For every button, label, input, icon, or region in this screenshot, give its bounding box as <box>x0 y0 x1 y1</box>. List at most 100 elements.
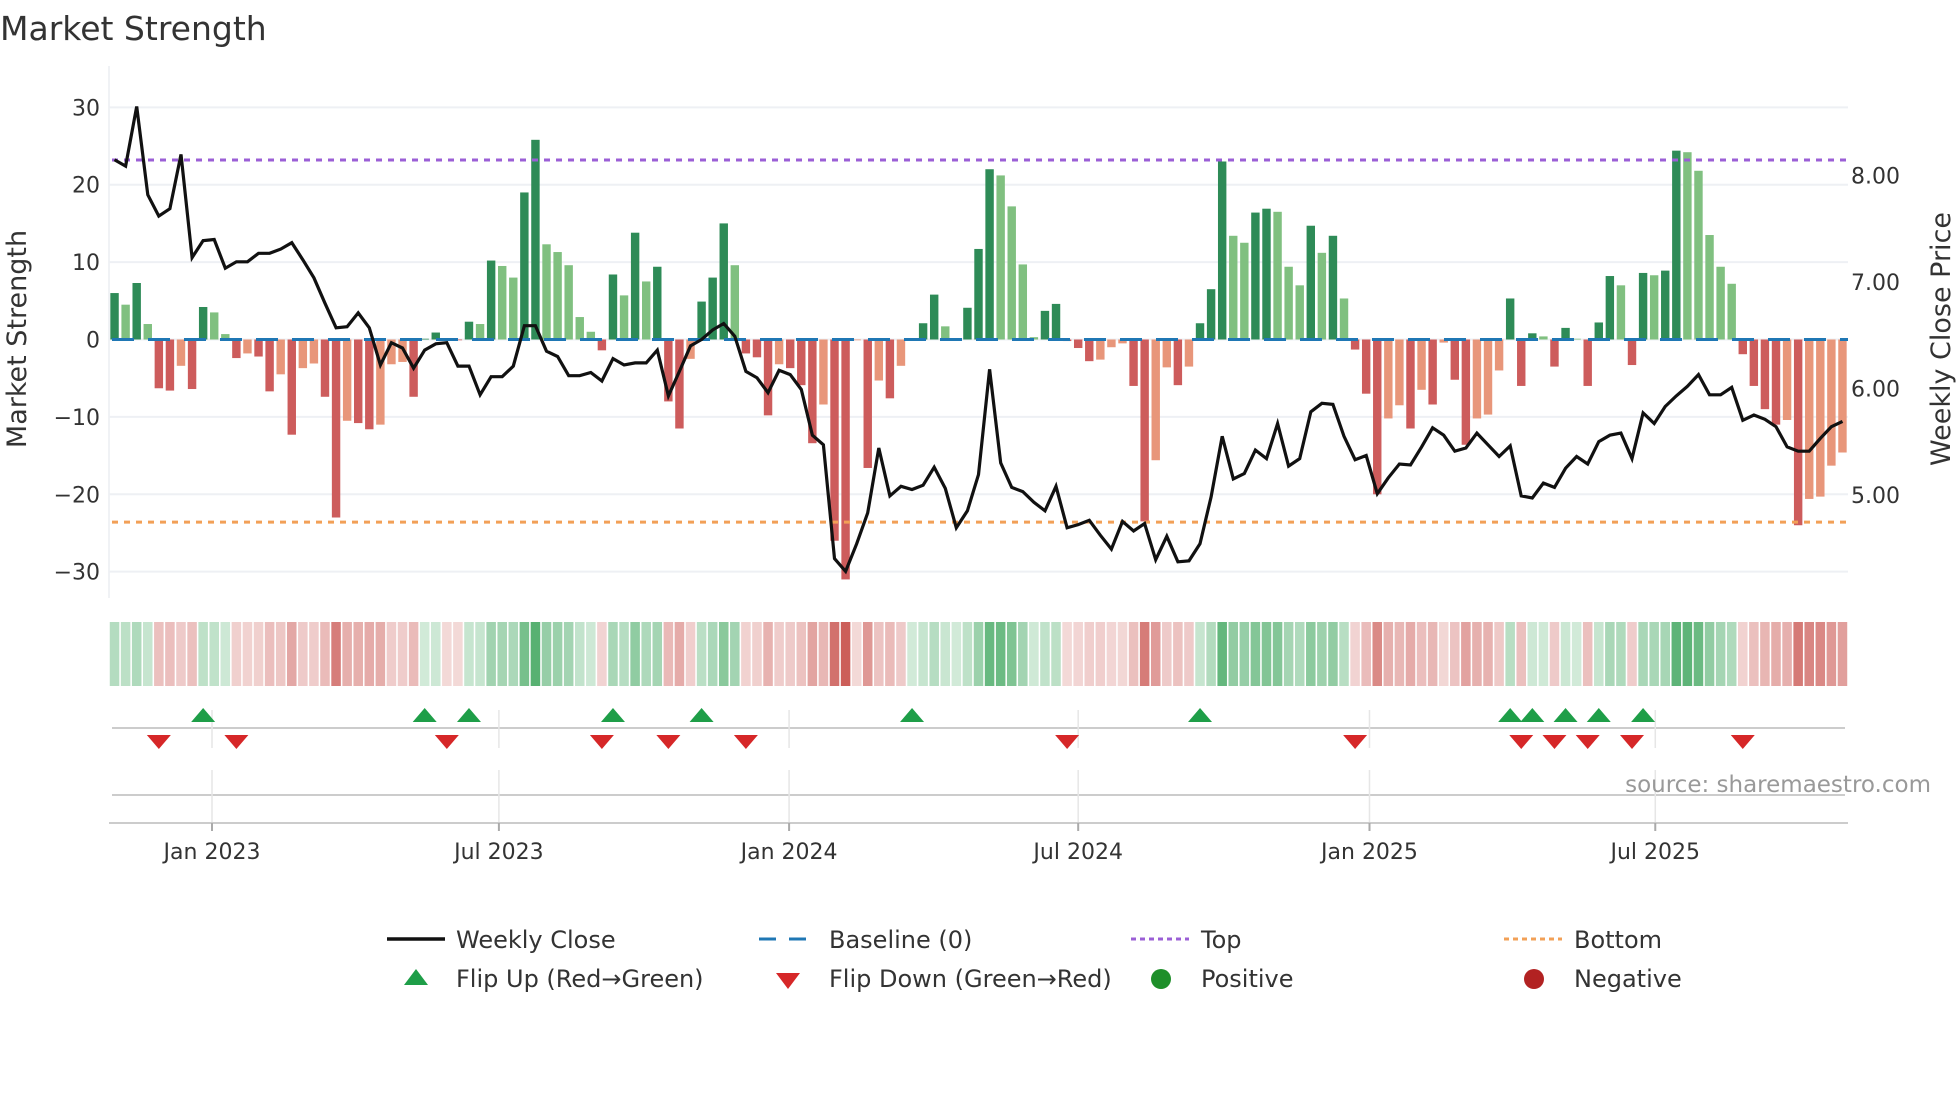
legend-label: Flip Up (Red→Green) <box>456 965 704 993</box>
flip-down-marker-icon <box>1509 735 1534 749</box>
strip-cell <box>1837 622 1848 686</box>
strength-bar <box>1616 285 1626 340</box>
strip-cell <box>187 622 197 686</box>
strip-cell <box>1505 622 1515 686</box>
flip-up-marker-icon <box>1631 708 1656 722</box>
strength-bar <box>254 339 263 357</box>
strength-bar <box>1605 276 1615 340</box>
strength-bar <box>320 339 330 397</box>
strength-bar <box>309 339 319 364</box>
legend-item-negative[interactable]: Negative <box>1524 965 1682 993</box>
strip-cell <box>1306 622 1316 686</box>
flip-up-marker-icon <box>1188 708 1213 722</box>
strength-bar <box>121 304 130 340</box>
strength-bar <box>1461 339 1471 445</box>
strip-cell <box>1095 622 1106 686</box>
strip-cell <box>862 622 873 686</box>
strength-bar <box>1184 339 1194 367</box>
strip-cell <box>696 622 707 686</box>
legend-item-baseline[interactable]: Baseline (0) <box>759 926 972 954</box>
strip-cell <box>1760 622 1770 686</box>
strip-cell <box>386 622 397 686</box>
strip-cell <box>1372 622 1383 686</box>
strip-cell <box>1804 622 1814 686</box>
strip-cell <box>619 622 629 686</box>
x-tick-label: Jul 2024 <box>1031 840 1123 865</box>
strip-cell <box>165 622 175 686</box>
strip-cell <box>1571 622 1582 686</box>
strip-cell <box>663 622 674 686</box>
strip-cell <box>1560 622 1571 686</box>
strength-bar <box>752 339 762 358</box>
strip-cell <box>1073 622 1083 686</box>
strip-cell <box>220 622 231 686</box>
strength-bar <box>110 293 119 340</box>
strength-bar <box>154 339 164 389</box>
strength-bar <box>1738 339 1747 355</box>
strength-bar <box>1051 303 1061 340</box>
y-tick-label: 20 <box>72 174 100 199</box>
strength-bar <box>265 339 274 392</box>
legend-item-positive[interactable]: Positive <box>1151 965 1294 993</box>
flip-markers-panel <box>112 708 1845 823</box>
strip-cell <box>464 622 474 686</box>
legend-item-bottom[interactable]: Bottom <box>1504 926 1662 954</box>
strip-cell <box>342 622 352 686</box>
strip-cell <box>829 622 840 686</box>
legend-label: Negative <box>1574 965 1682 993</box>
strength-bar <box>232 339 241 359</box>
strip-cell <box>796 622 807 686</box>
legend-item-flip-down[interactable]: Flip Down (Green→Red) <box>776 965 1112 993</box>
flip-down-marker-icon <box>1730 735 1755 749</box>
strength-bar <box>553 252 562 340</box>
strip-cell <box>1250 622 1261 686</box>
legend-label: Weekly Close <box>456 926 616 954</box>
strip-cell <box>896 622 906 686</box>
strip-cell <box>1782 622 1792 686</box>
strength-bar <box>1151 339 1160 461</box>
x-tick-label: Jan 2024 <box>739 840 838 865</box>
strength-bar <box>841 339 850 580</box>
strip-cell <box>851 622 862 686</box>
legend-label: Bottom <box>1574 926 1662 954</box>
legend: Weekly Close Baseline (0) Top Bottom Fli… <box>387 926 1682 993</box>
strength-bar <box>498 265 507 340</box>
x-tick-label: Jul 2025 <box>1609 840 1701 865</box>
strip-cell <box>574 622 585 686</box>
legend-item-flip-up[interactable]: Flip Up (Red→Green) <box>404 965 704 993</box>
strip-cell <box>1394 622 1405 686</box>
strip-cell <box>298 622 308 686</box>
triangle-up-icon <box>404 969 428 985</box>
strip-cell <box>1538 622 1549 686</box>
strength-bar <box>298 339 308 369</box>
strip-cell <box>475 622 485 686</box>
x-axis: Jan 2023 Jul 2023 Jan 2024 Jul 2024 Jan 2025… <box>109 822 1848 865</box>
strip-cell <box>1749 622 1759 686</box>
strip-cell <box>408 622 419 686</box>
flip-down-marker-icon <box>224 735 249 749</box>
strip-cell <box>1339 622 1349 686</box>
flip-up-marker-icon <box>689 708 714 722</box>
flip-up-marker-icon <box>1520 708 1545 722</box>
triangle-down-icon <box>776 973 800 989</box>
strip-cell <box>364 622 375 686</box>
strip-cell <box>120 622 131 686</box>
strip-cell <box>1405 622 1416 686</box>
strength-bar <box>819 339 828 405</box>
strength-bar <box>1350 339 1360 350</box>
strength-bar <box>1627 339 1637 366</box>
strength-bar <box>365 339 374 430</box>
red-dot-icon <box>1524 969 1544 989</box>
strip-cell <box>641 622 651 686</box>
strength-bar <box>1550 339 1559 367</box>
strength-bar <box>1661 270 1670 340</box>
legend-item-weekly-close[interactable]: Weekly Close <box>387 926 616 954</box>
legend-item-top[interactable]: Top <box>1131 926 1242 954</box>
strip-cell <box>1483 622 1493 686</box>
y-tick-label: 10 <box>72 251 100 276</box>
strip-cell <box>1826 622 1837 686</box>
strength-bar <box>1793 339 1803 526</box>
strength-bar <box>1206 289 1216 340</box>
strength-bar <box>863 339 872 468</box>
strength-bar <box>929 294 939 340</box>
